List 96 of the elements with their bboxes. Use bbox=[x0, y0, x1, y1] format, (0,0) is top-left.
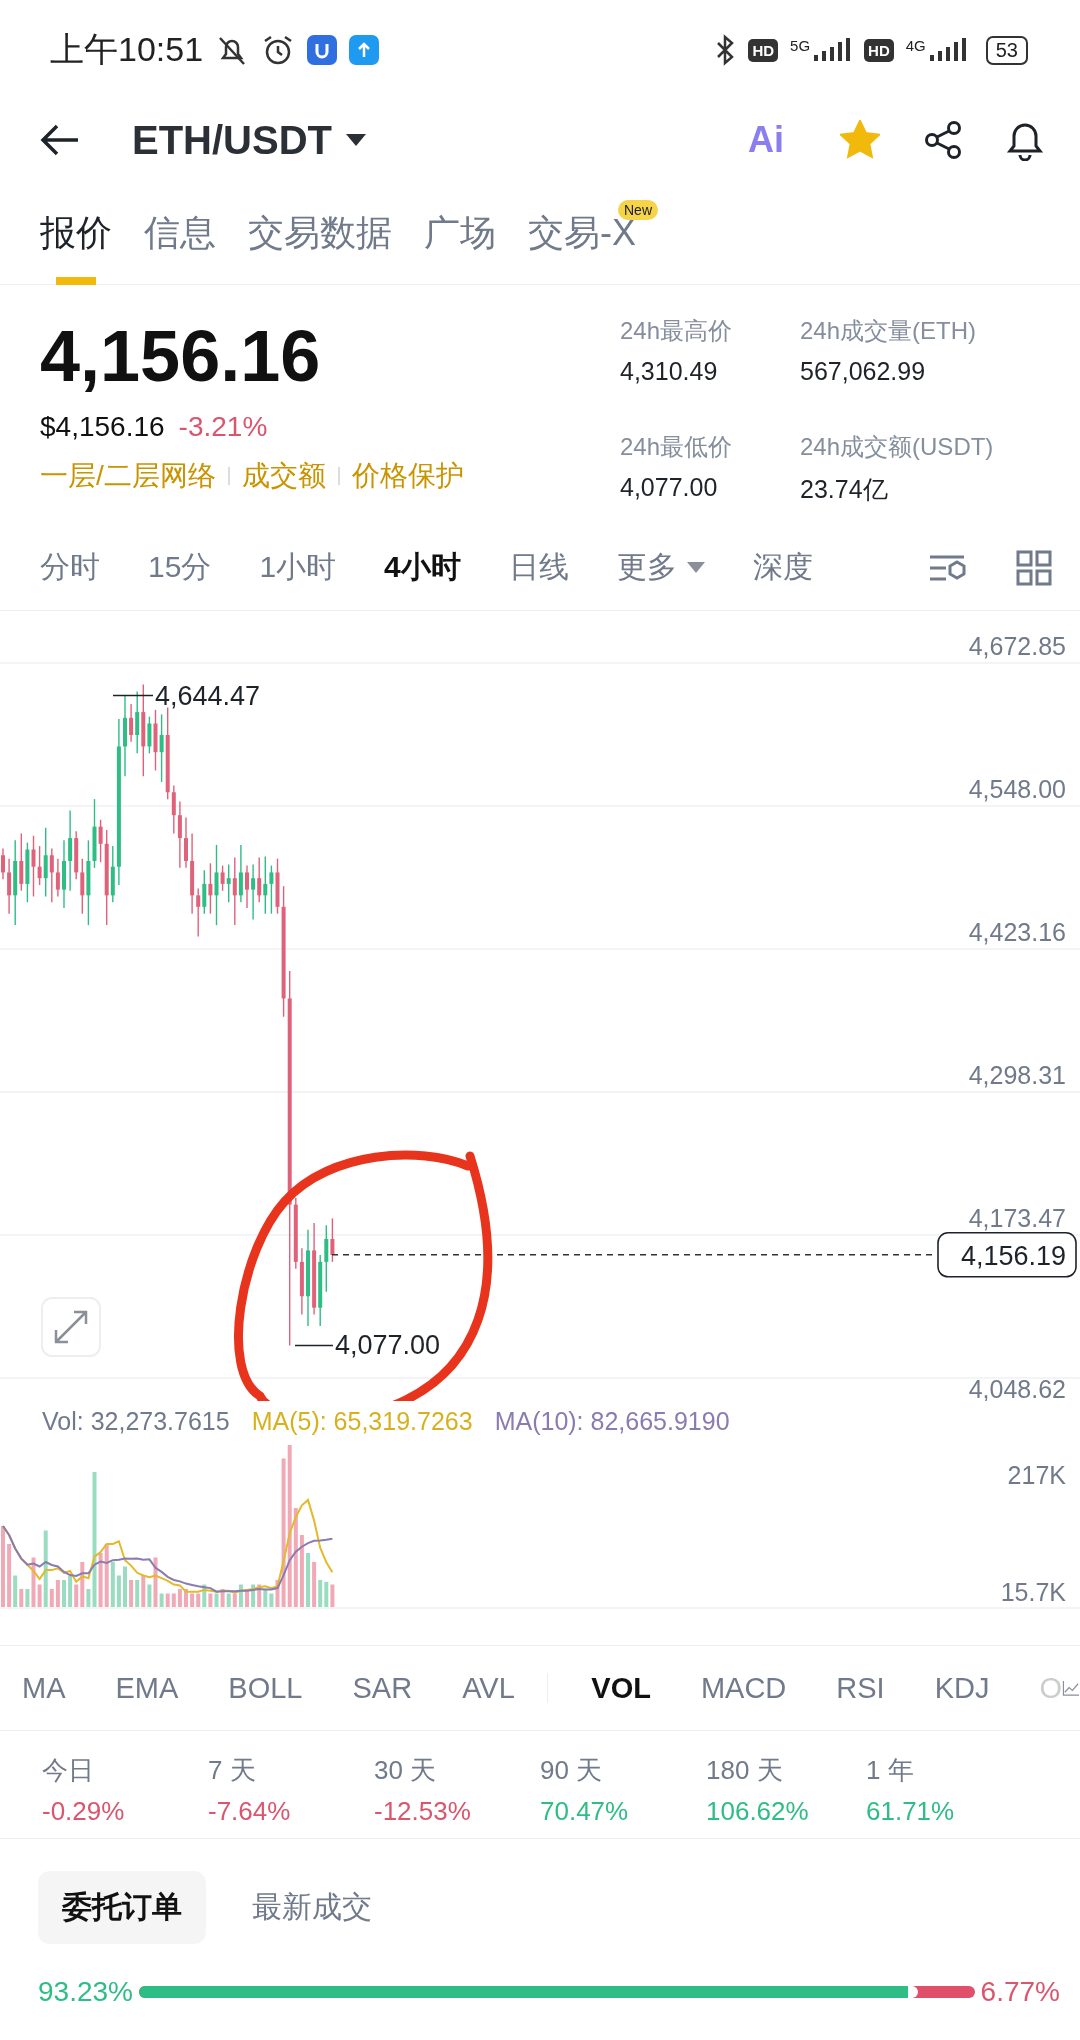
interval-tab[interactable]: 15分 bbox=[148, 547, 212, 588]
indicator-tab[interactable]: MA bbox=[22, 1671, 66, 1705]
volume-bar bbox=[184, 1589, 188, 1607]
period-change: -0.29% bbox=[42, 1796, 126, 1827]
period-change: -12.53% bbox=[374, 1796, 472, 1827]
low-price-label: 4,077.00 bbox=[335, 1330, 441, 1361]
tab-indicator bbox=[56, 276, 96, 285]
stat-value: 567,062.99 bbox=[800, 357, 927, 386]
period-label: 今日 bbox=[42, 1754, 95, 1787]
ma5-value: MA(5): 65,319.7263 bbox=[251, 1407, 473, 1437]
back-arrow-icon[interactable] bbox=[40, 123, 80, 157]
period-change: 106.62% bbox=[706, 1796, 810, 1827]
period-change: 70.47% bbox=[540, 1796, 630, 1827]
volume-bar bbox=[123, 1566, 127, 1607]
indicator-tab[interactable]: MACD bbox=[700, 1671, 787, 1705]
upload-icon bbox=[349, 35, 380, 65]
price-change: -3.21% bbox=[178, 411, 268, 443]
interval-tab[interactable]: 分时 bbox=[40, 547, 100, 588]
indicator-tab[interactable]: SAR bbox=[352, 1671, 413, 1705]
tab[interactable]: 广场 bbox=[424, 181, 496, 285]
candle bbox=[184, 816, 188, 869]
volume-axis-label: 15.7K bbox=[1000, 1578, 1066, 1606]
stat-value: 23.74亿 bbox=[800, 474, 889, 505]
signal-icon bbox=[812, 37, 853, 63]
interval-tab[interactable]: 深度 bbox=[752, 547, 813, 588]
pair-title[interactable]: ETH/USDT bbox=[132, 117, 332, 163]
clock: 上午10:51 bbox=[50, 29, 204, 70]
indicator-tab[interactable]: AVL bbox=[462, 1671, 515, 1705]
stat-label: 24h成交量(ETH) bbox=[800, 316, 978, 346]
period-label: 90 天 bbox=[540, 1754, 604, 1787]
price-axis-label: 4,423.16 bbox=[968, 918, 1066, 946]
tab[interactable]: 报价 bbox=[40, 181, 112, 285]
hd-badge: HD bbox=[748, 38, 779, 62]
leader-line bbox=[112, 694, 154, 697]
usd-price: $4,156.16 bbox=[40, 411, 165, 443]
indicator-tab[interactable]: EMA bbox=[115, 1671, 179, 1705]
interval-tab[interactable]: 更多 bbox=[616, 547, 705, 588]
ai-button[interactable]: Ai bbox=[748, 119, 784, 161]
hd-badge: HD bbox=[864, 38, 894, 62]
candle bbox=[1, 847, 5, 880]
stat-value: 4,077.00 bbox=[620, 473, 719, 502]
price-axis-label: 4,672.85 bbox=[968, 632, 1066, 660]
sell-ratio: 6.77% bbox=[980, 1976, 1060, 2008]
tab[interactable]: 交易数据 bbox=[248, 181, 392, 285]
price-axis-label: 4,048.62 bbox=[968, 1375, 1066, 1401]
period-label: 30 天 bbox=[374, 1754, 438, 1787]
volume-value: Vol: 32,273.7615 bbox=[42, 1407, 230, 1437]
stat-label: 24h最高价 bbox=[620, 316, 734, 346]
indicator-tab[interactable]: RSI bbox=[836, 1671, 885, 1705]
star-icon[interactable] bbox=[840, 120, 880, 160]
order-tab[interactable]: 委托订单 bbox=[38, 1871, 206, 1944]
interval-tab[interactable]: 4小时 bbox=[384, 547, 461, 588]
price-axis-label: 4,548.00 bbox=[968, 775, 1066, 803]
price-axis-label: 4,173.47 bbox=[968, 1204, 1066, 1232]
period-label: 1 年 bbox=[866, 1754, 915, 1787]
price-axis-label: 4,298.31 bbox=[968, 1061, 1066, 1089]
expand-button[interactable] bbox=[41, 1297, 101, 1357]
order-tab[interactable]: 最新成交 bbox=[228, 1871, 396, 1944]
stat-value: 4,310.49 bbox=[620, 357, 719, 386]
volume-bar bbox=[306, 1553, 310, 1607]
volume-axis-label: 217K bbox=[1007, 1461, 1066, 1489]
leader-line bbox=[294, 1344, 334, 1347]
volume-bar bbox=[245, 1589, 249, 1607]
info-link[interactable]: 一层/二层网络 bbox=[40, 457, 216, 495]
caret-icon[interactable] bbox=[346, 134, 366, 146]
network-label: 4G bbox=[905, 37, 926, 54]
high-price-label: 4,644.47 bbox=[155, 680, 261, 711]
interval-tab[interactable]: 日线 bbox=[508, 547, 569, 588]
period-change: 61.71% bbox=[866, 1796, 956, 1827]
network-label: 5G bbox=[790, 37, 811, 54]
buy-ratio: 93.23% bbox=[38, 1976, 133, 2008]
last-price: 4,156.16 bbox=[40, 315, 322, 397]
interval-tab[interactable]: 1小时 bbox=[259, 547, 337, 588]
info-link[interactable]: 价格保护 bbox=[351, 457, 464, 495]
period-change: -7.64% bbox=[208, 1796, 292, 1827]
indicator-tab[interactable]: BOLL bbox=[228, 1671, 303, 1705]
signal-icon bbox=[927, 37, 968, 63]
stat-label: 24h最低价 bbox=[620, 432, 734, 462]
period-label: 7 天 bbox=[208, 1754, 257, 1787]
volume-bar bbox=[62, 1580, 66, 1607]
share-icon[interactable] bbox=[924, 120, 962, 160]
candle bbox=[245, 864, 249, 909]
indicator-tab[interactable]: VOL bbox=[591, 1671, 651, 1705]
stat-label: 24h成交额(USDT) bbox=[800, 432, 995, 462]
ma10-value: MA(10): 82,665.9190 bbox=[494, 1407, 730, 1437]
candle bbox=[62, 839, 66, 909]
period-label: 180 天 bbox=[706, 1754, 784, 1787]
info-link[interactable]: 成交额 bbox=[241, 457, 326, 495]
battery-level: 53 bbox=[985, 35, 1028, 65]
new-badge: New bbox=[618, 199, 658, 220]
app-icon bbox=[307, 35, 338, 65]
price-tag: 4,156.19 bbox=[937, 1232, 1077, 1278]
grid-layout-icon[interactable] bbox=[1016, 549, 1052, 586]
tab[interactable]: 信息 bbox=[144, 181, 216, 285]
tab[interactable]: 交易-X New bbox=[528, 181, 658, 285]
indicator-tab[interactable]: KDJ bbox=[934, 1671, 990, 1705]
